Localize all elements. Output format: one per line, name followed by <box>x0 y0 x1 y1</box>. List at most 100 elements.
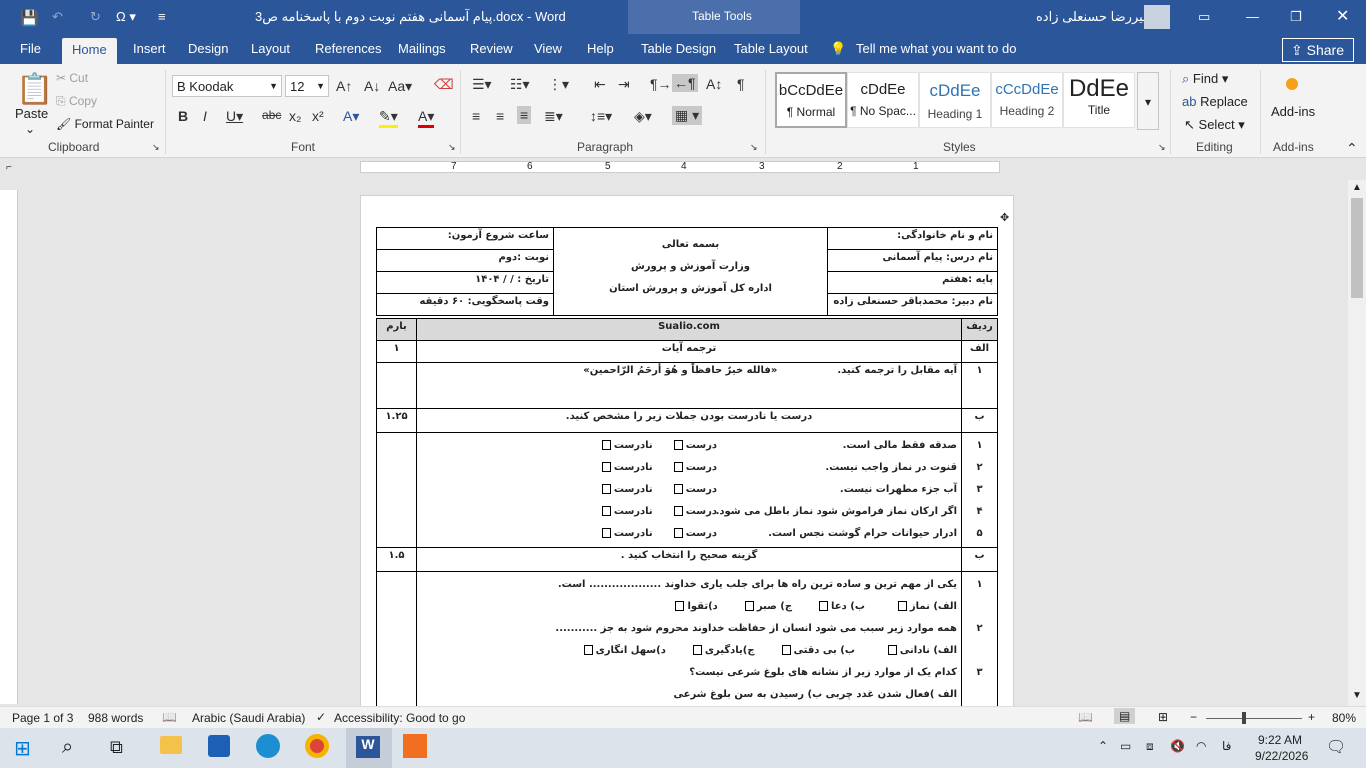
app-icon[interactable] <box>403 734 427 758</box>
minimize-icon[interactable]: — <box>1246 9 1259 24</box>
checkbox[interactable] <box>781 645 791 655</box>
header-cell[interactable]: تاریخ : / / ۱۴۰۴ <box>376 271 554 294</box>
dialog-launcher-icon[interactable]: ↘ <box>152 142 160 153</box>
multiple-choice-cell[interactable]: یکی از مهم ترین و ساده ترین راه ها برای … <box>416 571 962 706</box>
file-explorer-icon[interactable] <box>160 736 182 754</box>
font-name-box[interactable]: B Koodak ▼ <box>172 75 282 97</box>
checkbox[interactable] <box>897 601 907 611</box>
style-heading-2[interactable]: cCcDdEe Heading 2 <box>991 72 1063 128</box>
tab-help[interactable]: Help <box>587 41 614 56</box>
collapse-ribbon-icon[interactable]: ⌃ <box>1346 140 1358 157</box>
task-view-icon[interactable]: ⧉ <box>110 737 123 758</box>
checkbox[interactable] <box>887 645 897 655</box>
edge-icon[interactable] <box>256 734 280 758</box>
zoom-in-icon[interactable]: + <box>1308 710 1315 724</box>
score-cell[interactable] <box>376 571 417 706</box>
question-cell[interactable]: آیه مقابل را ترجمه کنید. «فالله خیرٌ حافظ… <box>416 362 962 409</box>
section-label[interactable]: ب <box>961 547 998 572</box>
clock-date[interactable]: 9/22/2026 <box>1255 749 1308 763</box>
question-number[interactable]: ۱ <box>961 362 998 409</box>
web-layout-icon[interactable]: ⊞ <box>1158 710 1168 724</box>
clear-formatting-icon[interactable]: ⌫ <box>434 76 454 93</box>
line-spacing-icon[interactable]: ↕≡▾ <box>590 108 612 125</box>
show-marks-icon[interactable]: ¶ <box>737 76 745 92</box>
chevron-up-icon[interactable]: ⌃ <box>1098 739 1108 753</box>
section-score[interactable]: ۱.۲۵ <box>376 408 417 433</box>
print-layout-icon[interactable]: ▤ <box>1114 708 1136 724</box>
tab-mailings[interactable]: Mailings <box>398 41 446 56</box>
checkbox[interactable] <box>601 528 611 538</box>
close-icon[interactable]: ✕ <box>1336 6 1349 26</box>
checkbox[interactable] <box>601 506 611 516</box>
grow-font-icon[interactable]: A↑ <box>336 78 352 94</box>
question-numbers[interactable]: ۱ ۲ ۳ <box>961 571 998 706</box>
format-painter-button[interactable]: 🖌 Format Painter <box>56 117 154 131</box>
select-button[interactable]: ↖ Select ▾ <box>1184 117 1245 133</box>
highlight-icon[interactable]: ✎▾ <box>379 108 398 128</box>
font-size-box[interactable]: 12 ▼ <box>285 75 329 97</box>
addins-icon[interactable] <box>1286 78 1298 90</box>
checkbox[interactable] <box>673 528 683 538</box>
zoom-slider-thumb[interactable] <box>1242 712 1246 724</box>
font-color-icon[interactable]: A▾ <box>418 108 435 128</box>
col-row-header[interactable]: ردیف <box>961 318 998 341</box>
accessibility-status[interactable]: Accessibility: Good to go <box>334 711 465 725</box>
dialog-launcher-icon[interactable]: ↘ <box>448 142 456 153</box>
col-site-header[interactable]: Sualio.com <box>416 318 962 341</box>
section-title[interactable]: گزینه صحیح را انتخاب کنید . <box>416 547 962 572</box>
checkbox[interactable] <box>601 440 611 450</box>
align-right-icon[interactable]: ≡ <box>517 106 532 124</box>
paste-icon[interactable]: 📋 <box>16 72 53 107</box>
header-cell[interactable]: نام و نام خانوادگی: <box>827 227 998 250</box>
word-taskbar-button[interactable]: W <box>346 728 392 768</box>
tab-review[interactable]: Review <box>470 41 513 56</box>
read-mode-icon[interactable]: 📖 <box>1078 710 1093 724</box>
tab-table-design[interactable]: Table Design <box>641 41 716 56</box>
tab-references[interactable]: References <box>315 41 381 56</box>
store-icon[interactable] <box>208 735 230 757</box>
vertical-scrollbar[interactable]: ▲ ▼ <box>1348 180 1366 706</box>
tab-selector-icon[interactable]: ⌐ <box>6 162 12 173</box>
checkbox[interactable] <box>601 462 611 472</box>
section-title[interactable]: ترجمه آیات <box>416 340 962 363</box>
document-page[interactable]: ✥ نام و نام خانوادگی: بسمه تعالی وزارت آمو… <box>360 195 1014 707</box>
checkbox[interactable] <box>675 601 685 611</box>
score-cell[interactable] <box>376 432 417 548</box>
zoom-slider[interactable] <box>1206 718 1302 719</box>
paste-dropdown-icon[interactable]: ⌄ <box>25 122 35 136</box>
decrease-indent-icon[interactable]: ⇤ <box>594 76 606 93</box>
rtl-icon[interactable]: ←¶ <box>672 74 698 92</box>
windows-start-icon[interactable]: ⊞ <box>14 736 31 761</box>
checkbox[interactable] <box>673 462 683 472</box>
numbering-icon[interactable]: ☷▾ <box>510 76 530 93</box>
tab-table-layout[interactable]: Table Layout <box>734 41 808 56</box>
zoom-level[interactable]: 80% <box>1332 711 1356 725</box>
score-cell[interactable] <box>376 362 417 409</box>
text-effects-icon[interactable]: A▾ <box>343 108 359 125</box>
style-title[interactable]: DdEe Title <box>1063 72 1135 128</box>
table-move-handle-icon[interactable]: ✥ <box>1000 211 1009 224</box>
cut-button[interactable]: ✂ Cut <box>56 71 88 85</box>
style-no-spacing[interactable]: cDdEe ¶ No Spac... <box>847 72 919 128</box>
superscript-icon[interactable]: x² <box>312 108 324 124</box>
wifi-icon[interactable]: ◠ <box>1196 739 1206 753</box>
save-icon[interactable]: 💾 <box>20 9 39 27</box>
symbol-icon[interactable]: Ω ▾ <box>116 9 136 25</box>
shading-icon[interactable]: ◈▾ <box>634 108 652 125</box>
addins-button[interactable]: Add-ins <box>1271 104 1315 119</box>
chrome-icon[interactable] <box>305 734 329 758</box>
section-title[interactable]: درست یا نادرست بودن جملات زیر را مشخص کن… <box>416 408 962 433</box>
styles-more-button[interactable]: ▾ <box>1137 72 1159 130</box>
ruler-bar[interactable]: 7 6 5 4 3 2 1 <box>360 161 1000 173</box>
checkbox[interactable] <box>692 645 702 655</box>
header-cell[interactable]: وقت پاسخگویی: ۶۰ دقیقه <box>376 293 554 316</box>
replace-button[interactable]: ab Replace <box>1182 94 1248 109</box>
chevron-down-icon[interactable]: ▼ <box>316 81 325 91</box>
question-numbers[interactable]: ۱ ۲ ۳ ۴ ۵ <box>961 432 998 548</box>
scroll-thumb[interactable] <box>1351 198 1363 298</box>
checkbox[interactable] <box>744 601 754 611</box>
chevron-down-icon[interactable]: ▼ <box>269 81 278 91</box>
redo-icon[interactable]: ↻ <box>90 9 101 25</box>
section-label[interactable]: الف <box>961 340 998 363</box>
dialog-launcher-icon[interactable]: ↘ <box>750 142 758 153</box>
